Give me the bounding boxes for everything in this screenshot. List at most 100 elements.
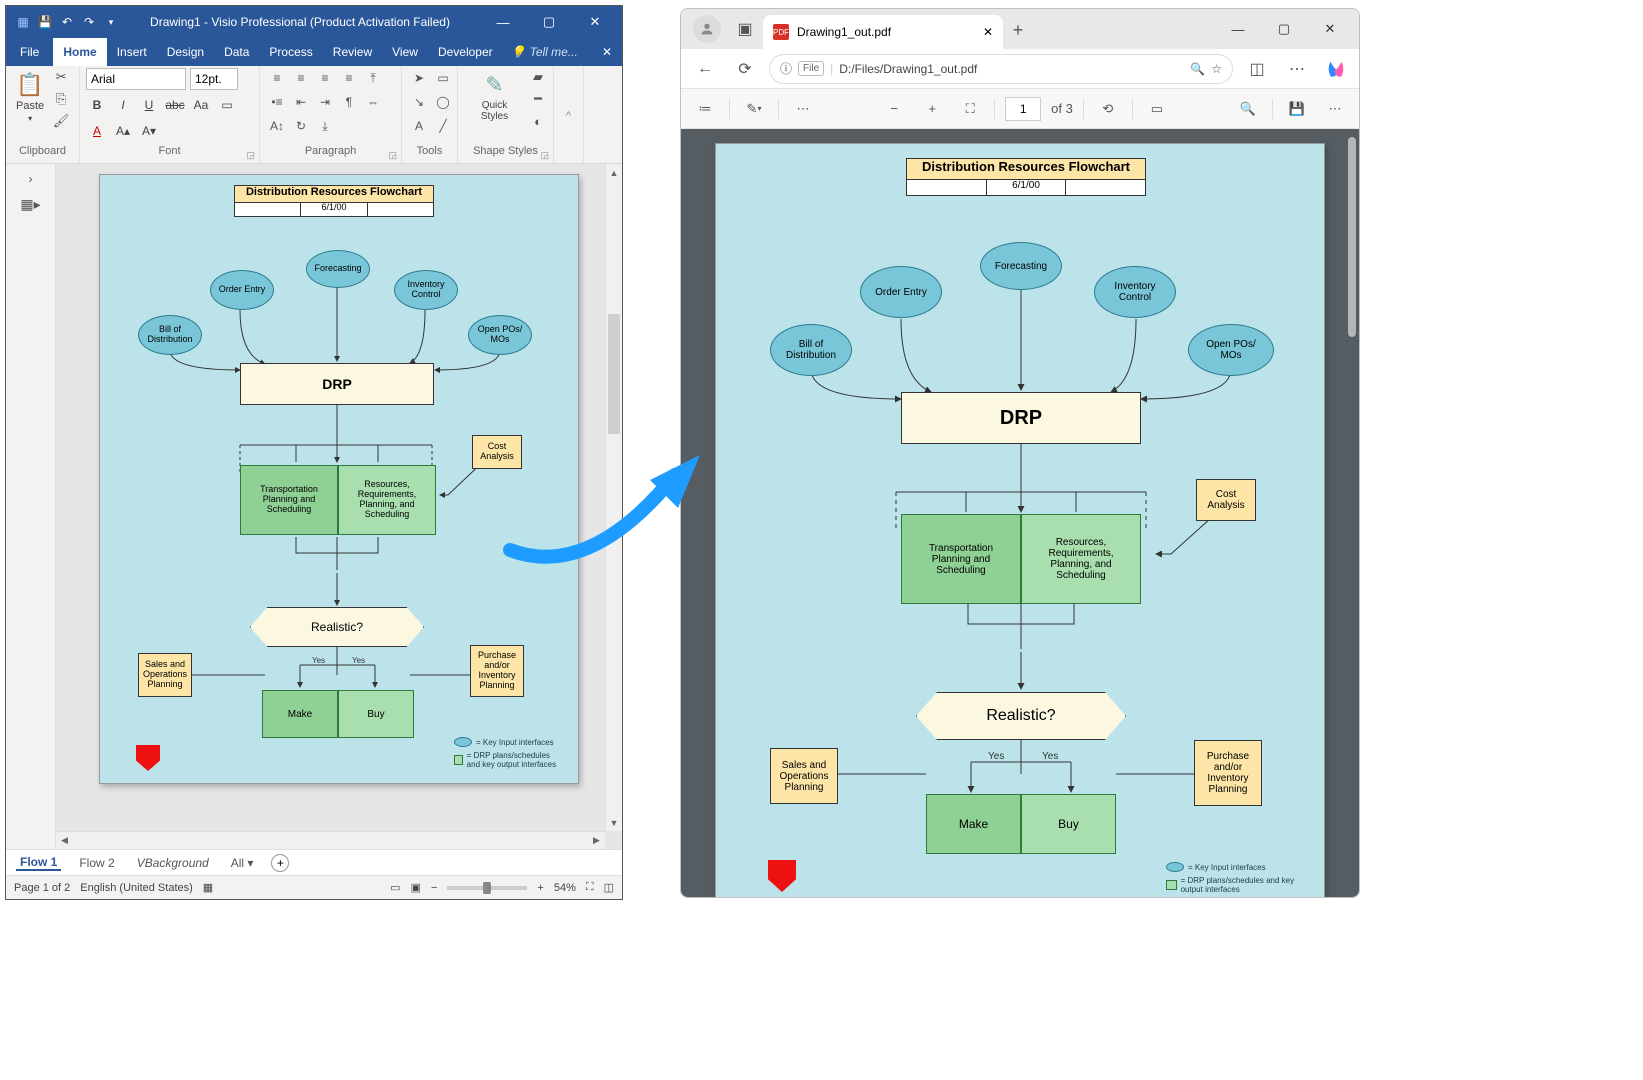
shapes-pane-collapsed[interactable]: › ▦▸ [6,164,56,849]
change-case-button[interactable]: Aa [190,94,212,116]
browser-maximize-button[interactable]: ▢ [1261,9,1307,49]
horizontal-scrollbar[interactable]: ◀ ▶ [56,831,605,849]
more-tools-icon[interactable]: ⋯ [789,95,817,123]
split-screen-icon[interactable]: ◫ [1241,53,1273,85]
contents-icon[interactable]: ≔ [691,95,719,123]
decrease-indent-button[interactable]: ⇤ [290,92,312,112]
find-icon[interactable]: 🔍 [1234,95,1262,123]
maximize-button[interactable]: ▢ [526,6,572,38]
increase-indent-button[interactable]: ⇥ [314,92,336,112]
pdf-scroll-thumb[interactable] [1348,137,1356,337]
pointer-tool-icon[interactable]: ➤ [408,68,430,88]
site-info-icon[interactable]: ⓘ [780,60,792,77]
qat-more-icon[interactable]: ▾ [102,13,120,31]
align-bottom-button[interactable]: ⤓ [314,116,336,136]
pdf-more-icon[interactable]: ⋯ [1321,95,1349,123]
zoom-out-icon[interactable]: − [431,882,437,894]
browser-tab[interactable]: PDF Drawing1_out.pdf ✕ [763,15,1003,49]
justify-button[interactable]: ≡ [338,68,360,88]
rectangle-tool-icon[interactable]: ▭ [432,68,454,88]
scroll-left-icon[interactable]: ◀ [56,832,73,849]
stencil-icon[interactable]: ▦▸ [20,196,40,213]
paste-button[interactable]: 📋 Paste ▾ [12,68,48,127]
ribbon-close-icon[interactable]: ✕ [592,45,622,59]
draw-icon[interactable]: ✎ ▾ [740,95,768,123]
browser-close-button[interactable]: ✕ [1307,9,1353,49]
undo-icon[interactable]: ↶ [58,13,76,31]
text-direction-button[interactable]: A↕ [266,116,288,136]
tab-data[interactable]: Data [214,38,259,66]
zoom-out-button[interactable]: − [880,95,908,123]
zoom-in-icon[interactable]: + [537,882,543,894]
minimize-button[interactable]: — [480,6,526,38]
rotate-icon[interactable]: ⟲ [1094,95,1122,123]
pagetab-flow2[interactable]: Flow 2 [75,856,118,870]
ellipse-tool-icon[interactable]: ◯ [432,92,454,112]
save-icon[interactable]: 💾 [36,13,54,31]
tab-file[interactable]: File [6,38,53,66]
quick-styles-button[interactable]: ✎ Quick Styles [464,68,525,126]
increase-font-button[interactable]: A▴ [112,120,134,142]
vertical-scrollbar[interactable]: ▲ ▼ [605,164,622,831]
font-family-input[interactable] [86,68,186,90]
redo-icon[interactable]: ↷ [80,13,98,31]
decrease-font-button[interactable]: A▾ [138,120,160,142]
align-left-button[interactable]: ≡ [266,68,288,88]
zoom-in-button[interactable]: + [918,95,946,123]
tab-review[interactable]: Review [323,38,382,66]
zoom-level[interactable]: 54% [554,882,576,894]
new-tab-button[interactable]: + [1003,15,1033,45]
italic-button[interactable]: I [112,94,134,116]
address-bar[interactable]: ⓘ File | D:/Files/Drawing1_out.pdf 🔍 ☆ [769,54,1233,84]
font-color-button[interactable]: A [86,120,108,142]
presentation-mode-icon[interactable]: ▭ [390,881,400,894]
bold-button[interactable]: B [86,94,108,116]
tab-developer[interactable]: Developer [428,38,503,66]
fit-page-icon[interactable]: ▣ [411,881,421,894]
pagetab-vbackground[interactable]: VBackground [133,856,213,870]
favorite-icon[interactable]: ☆ [1211,62,1222,76]
settings-menu-icon[interactable]: ⋯ [1281,53,1313,85]
font-launcher-icon[interactable]: ◲ [246,150,255,161]
tab-close-icon[interactable]: ✕ [983,25,993,39]
pagetab-all[interactable]: All ▾ [227,856,258,870]
collapse-ribbon-icon[interactable]: ^ [566,110,571,122]
shapestyles-launcher-icon[interactable]: ◲ [540,150,549,161]
align-right-button[interactable]: ≡ [314,68,336,88]
underline-button[interactable]: U [138,94,160,116]
scroll-thumb[interactable] [608,314,620,434]
tab-insert[interactable]: Insert [107,38,157,66]
copilot-icon[interactable] [1321,54,1351,84]
status-language[interactable]: English (United States) [80,882,193,894]
scroll-right-icon[interactable]: ▶ [588,832,605,849]
tab-home[interactable]: Home [53,38,106,66]
zoom-icon[interactable]: 🔍 [1190,62,1205,76]
connector-tool-icon[interactable]: ↘ [408,92,430,112]
line-tool-icon[interactable]: ╱ [432,116,454,136]
scroll-down-icon[interactable]: ▼ [606,814,622,831]
pdf-scrollbar[interactable] [1347,133,1357,893]
highlight-button[interactable]: ▭ [216,94,238,116]
line-button[interactable]: ━ [529,90,547,108]
cut-icon[interactable]: ✂ [52,68,70,86]
tab-design[interactable]: Design [157,38,214,66]
format-painter-icon[interactable]: 🖌 [52,112,70,130]
text-tool-icon[interactable]: A [408,116,430,136]
scroll-up-icon[interactable]: ▲ [606,164,622,181]
tell-me[interactable]: 💡Tell me... [503,45,578,59]
effects-button[interactable]: ◐ [529,112,547,130]
back-button[interactable]: ← [689,53,721,85]
expand-shapes-icon[interactable]: › [29,172,33,186]
align-middle-button[interactable]: ⇔ [362,92,384,112]
pan-zoom-icon[interactable]: ◫ [604,881,614,894]
paragraph-launcher-icon[interactable]: ◲ [388,150,397,161]
fit-window-icon[interactable]: ⛶ [586,881,594,894]
close-button[interactable]: ✕ [572,6,618,38]
macro-record-icon[interactable]: ▦ [203,881,213,894]
fit-page-button[interactable]: ⛶ [956,95,984,123]
workspaces-icon[interactable]: ▣ [731,15,759,43]
browser-minimize-button[interactable]: — [1215,9,1261,49]
paragraph-spacing-button[interactable]: ¶ [338,92,360,112]
page-view-icon[interactable]: ▭ [1143,95,1171,123]
fill-button[interactable]: ▰ [529,68,547,86]
